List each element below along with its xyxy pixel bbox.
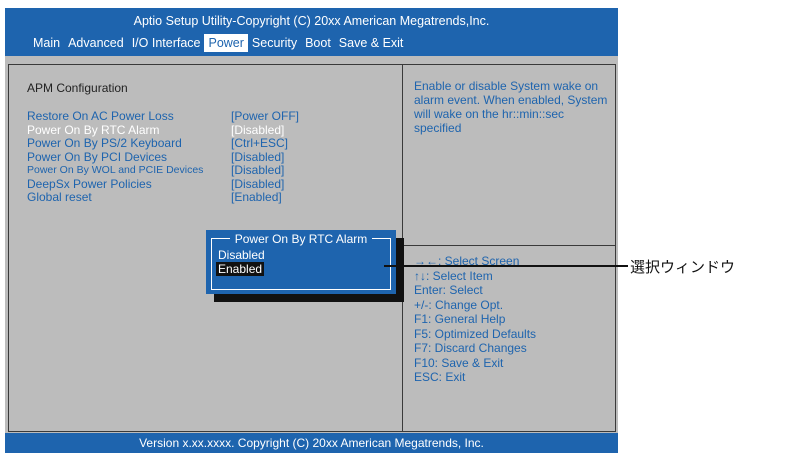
popup-option-enabled[interactable]: Enabled <box>216 262 265 276</box>
settings-list: Restore On AC Power Loss [Power OFF] Pow… <box>27 109 397 205</box>
header-title: Aptio Setup Utility-Copyright (C) 20xx A… <box>133 14 490 28</box>
setting-power-on-pci-devices[interactable]: Power On By PCI Devices [Disabled] <box>27 149 397 165</box>
header-bar: Aptio Setup Utility-Copyright (C) 20xx A… <box>5 8 618 56</box>
setting-restore-ac-power-loss[interactable]: Restore On AC Power Loss [Power OFF] <box>27 109 397 124</box>
setting-power-on-ps2-keyboard[interactable]: Power On By PS/2 Keyboard [Ctrl+ESC] <box>27 136 397 151</box>
callout-line <box>384 265 628 267</box>
setting-label: Power On By PS/2 Keyboard <box>27 136 182 150</box>
help-divider <box>403 245 615 246</box>
setting-label: Power On By WOL and PCIE Devices <box>27 164 204 176</box>
key-legend: →←: Select Screen ↑↓: Select Item Enter:… <box>414 254 536 385</box>
menu-save-exit[interactable]: Save & Exit <box>335 34 408 52</box>
setting-global-reset[interactable]: Global reset [Enabled] <box>27 190 397 205</box>
setting-deepsx-power-policies[interactable]: DeepSx Power Policies [Disabled] <box>27 176 397 192</box>
popup-title: Power On By RTC Alarm <box>206 232 396 246</box>
menu-main[interactable]: Main <box>29 34 64 52</box>
setting-value: [Disabled] <box>231 176 285 191</box>
key-select-item: ↑↓: Select Item <box>414 268 493 283</box>
setting-label: Global reset <box>27 190 92 204</box>
menu-boot[interactable]: Boot <box>301 34 335 52</box>
section-title: APM Configuration <box>27 81 128 95</box>
setting-value: [Disabled] <box>231 163 285 177</box>
setting-value: [Disabled] <box>231 122 285 137</box>
setting-label: Power On By PCI Devices <box>27 149 168 164</box>
key-esc-exit: ESC: Exit <box>414 370 466 384</box>
setting-value: [Disabled] <box>231 149 285 164</box>
setting-label: Power On By RTC Alarm <box>27 122 160 137</box>
menu-security[interactable]: Security <box>248 34 301 52</box>
menu-power[interactable]: Power <box>204 34 248 52</box>
help-text: Enable or disable System wake on alarm e… <box>414 79 608 135</box>
key-general-help: F1: General Help <box>414 312 506 326</box>
key-change-opt: +/-: Change Opt. <box>414 297 504 312</box>
setting-power-on-rtc-alarm[interactable]: Power On By RTC Alarm [Disabled] <box>27 122 397 138</box>
key-optimized-defaults: F5: Optimized Defaults <box>414 326 537 341</box>
popup-option-disabled[interactable]: Disabled <box>216 248 267 262</box>
setting-label: Restore On AC Power Loss <box>27 109 174 123</box>
menu-advanced[interactable]: Advanced <box>64 34 128 52</box>
key-save-exit: F10: Save & Exit <box>414 355 504 370</box>
menu-io-interface[interactable]: I/O Interface <box>128 34 205 52</box>
setting-label: DeepSx Power Policies <box>27 176 152 191</box>
callout-label: 選択ウィンドウ <box>630 259 736 276</box>
setting-value: [Ctrl+ESC] <box>231 136 289 150</box>
key-discard-changes: F7: Discard Changes <box>414 341 527 355</box>
selection-popup: Power On By RTC Alarm Disabled Enabled <box>206 230 396 294</box>
key-enter: Enter: Select <box>414 283 483 297</box>
footer-bar: Version x.xx.xxxx. Copyright (C) 20xx Am… <box>5 433 618 453</box>
setting-value: [Power OFF] <box>231 109 300 123</box>
menu-bar: Main Advanced I/O Interface Power Securi… <box>29 34 407 52</box>
setting-power-on-wol-pcie[interactable]: Power On By WOL and PCIE Devices [Disabl… <box>27 163 397 178</box>
popup-title-text: Power On By RTC Alarm <box>229 232 373 246</box>
setting-value: [Enabled] <box>231 190 282 204</box>
